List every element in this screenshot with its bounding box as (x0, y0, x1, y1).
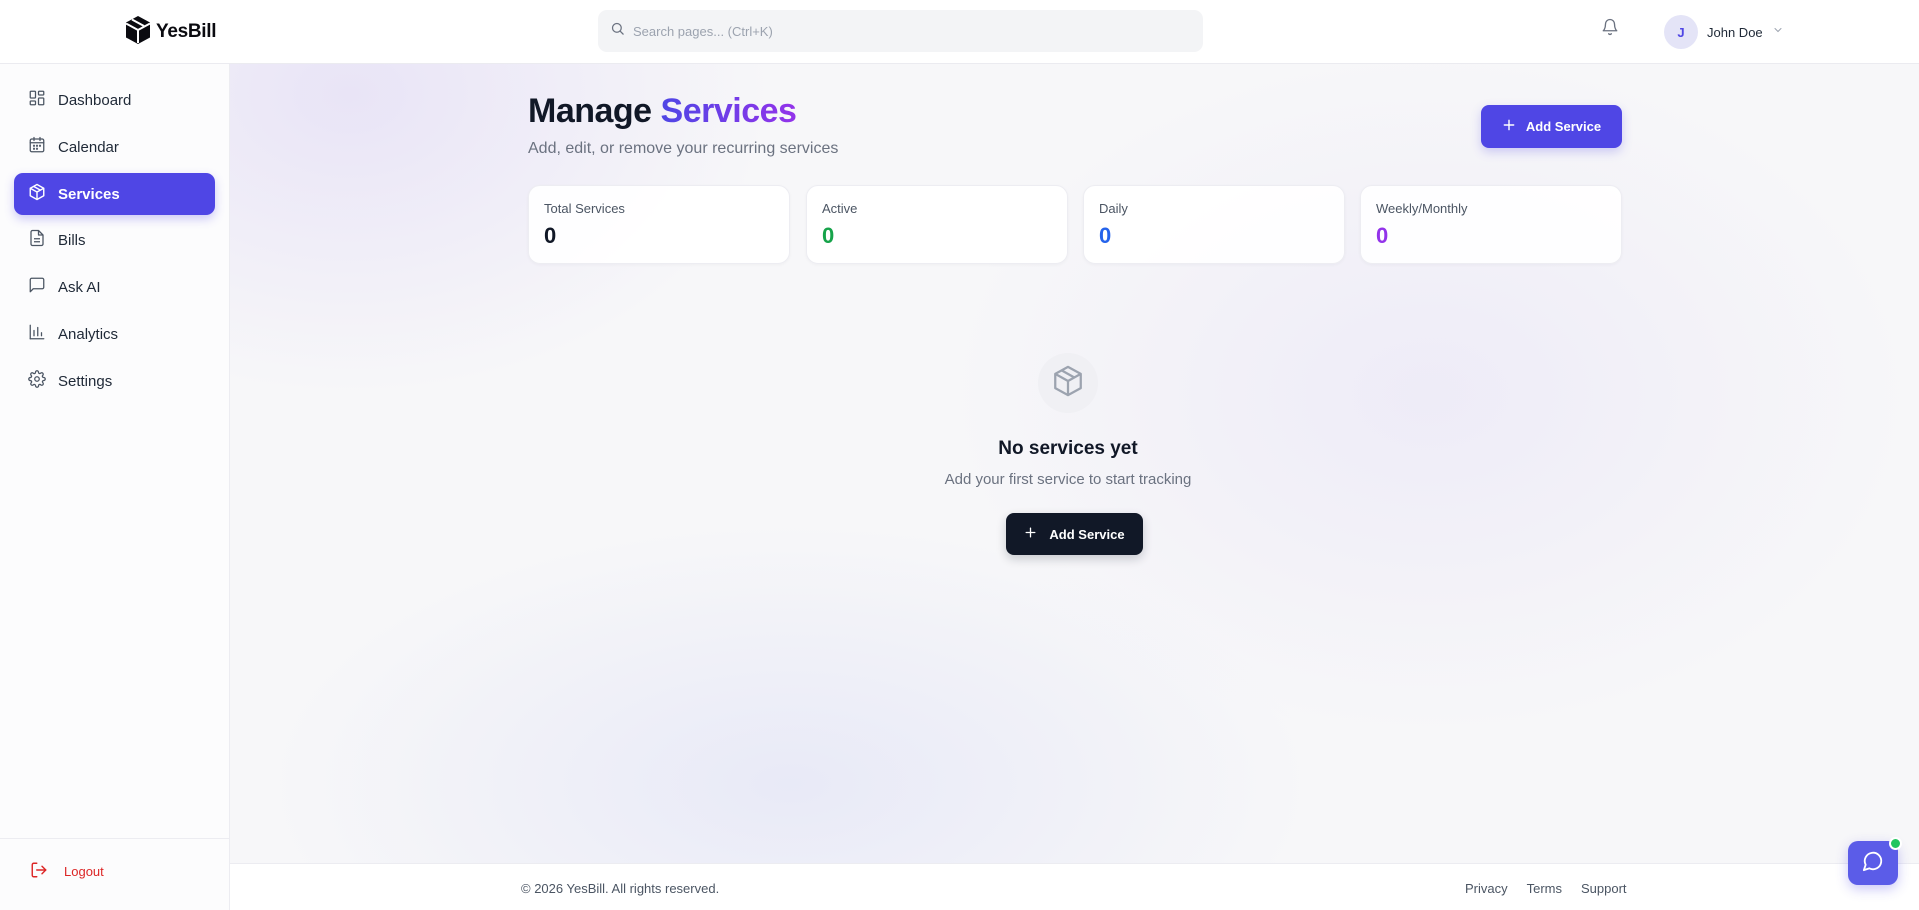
sidebar-item-bills[interactable]: Bills (14, 219, 215, 261)
document-icon (28, 229, 46, 251)
stat-card-weekly-monthly: Weekly/Monthly 0 (1360, 185, 1622, 264)
page-footer: © 2026 YesBill. All rights reserved. Pri… (230, 863, 1919, 910)
sidebar-item-analytics[interactable]: Analytics (14, 313, 215, 355)
stat-label: Weekly/Monthly (1376, 201, 1468, 216)
sidebar-item-ask-ai[interactable]: Ask AI (14, 266, 215, 308)
logout-button[interactable]: Logout (30, 861, 104, 882)
package-icon (28, 183, 46, 205)
page-subtitle: Add, edit, or remove your recurring serv… (528, 140, 839, 157)
empty-state-icon-wrap (1038, 353, 1098, 413)
search-input[interactable] (633, 23, 1173, 39)
sidebar-item-settings[interactable]: Settings (14, 360, 215, 402)
page-title-main: Manage (528, 92, 652, 130)
brand-logo[interactable]: YesBill (124, 15, 217, 50)
notifications-button[interactable] (1601, 18, 1623, 40)
message-icon (28, 276, 46, 298)
user-menu[interactable]: J John Doe (1664, 14, 1784, 50)
footer-link-privacy[interactable]: Privacy (1465, 881, 1508, 896)
sidebar-item-label: Services (58, 185, 120, 203)
sidebar-item-label: Settings (58, 372, 113, 390)
footer-link-terms[interactable]: Terms (1527, 881, 1562, 896)
empty-add-service-button[interactable]: Add Service (1006, 513, 1143, 555)
empty-add-service-label: Add Service (1049, 526, 1125, 542)
logout-label: Logout (64, 864, 104, 879)
sidebar: Dashboard Calendar Services Bills Ask AI… (0, 64, 230, 910)
stat-label: Total Services (544, 201, 625, 216)
avatar: J (1664, 15, 1698, 49)
stat-value: 0 (822, 223, 835, 248)
search-icon (610, 21, 625, 41)
stat-value: 0 (544, 223, 557, 248)
stat-card-daily: Daily 0 (1083, 185, 1345, 264)
cube-logo-icon (124, 15, 152, 50)
bell-icon (1601, 18, 1619, 40)
sidebar-item-label: Bills (58, 231, 86, 249)
top-header: YesBill J John Doe (0, 0, 1919, 64)
chevron-down-icon (1772, 23, 1784, 41)
empty-state-subtitle: Add your first service to start tracking (944, 471, 1192, 488)
search-bar[interactable] (598, 10, 1203, 52)
footer-links: Privacy Terms Support (1465, 881, 1627, 896)
bar-chart-icon (28, 323, 46, 345)
sidebar-item-label: Analytics (58, 325, 119, 343)
chat-bubble-icon (1862, 850, 1884, 877)
add-service-button[interactable]: Add Service (1481, 105, 1622, 148)
sidebar-footer: Logout (0, 838, 229, 910)
sidebar-item-calendar[interactable]: Calendar (14, 126, 215, 168)
chat-widget-button[interactable] (1848, 837, 1902, 885)
stat-value: 0 (1099, 223, 1112, 248)
stat-value: 0 (1376, 223, 1389, 248)
brand-name: YesBill (156, 21, 217, 42)
stat-card-active: Active 0 (806, 185, 1068, 264)
sidebar-item-dashboard[interactable]: Dashboard (14, 79, 215, 121)
gear-icon (28, 370, 46, 392)
add-service-label: Add Service (1525, 119, 1602, 134)
copyright-text: © 2026 YesBill. All rights reserved. (521, 881, 720, 896)
dashboard-icon (28, 89, 46, 111)
online-status-dot (1889, 837, 1902, 850)
stat-card-total: Total Services 0 (528, 185, 790, 264)
sidebar-item-label: Dashboard (58, 91, 132, 109)
main-content: Manage Services Add, edit, or remove you… (230, 64, 1919, 863)
logout-icon (30, 861, 48, 882)
empty-state-title: No services yet (998, 438, 1138, 459)
sidebar-item-label: Calendar (58, 138, 119, 156)
plus-icon (1502, 118, 1516, 135)
user-name: John Doe (1707, 24, 1763, 40)
plus-icon (1024, 526, 1037, 542)
calendar-icon (28, 136, 46, 158)
page-title: Manage Services (528, 92, 797, 131)
page-title-accent: Services (660, 92, 797, 130)
stat-label: Daily (1099, 201, 1128, 216)
footer-link-support[interactable]: Support (1581, 881, 1627, 896)
package-icon (1051, 364, 1085, 403)
stat-label: Active (822, 201, 858, 216)
sidebar-item-services[interactable]: Services (14, 173, 215, 215)
sidebar-item-label: Ask AI (58, 278, 101, 296)
